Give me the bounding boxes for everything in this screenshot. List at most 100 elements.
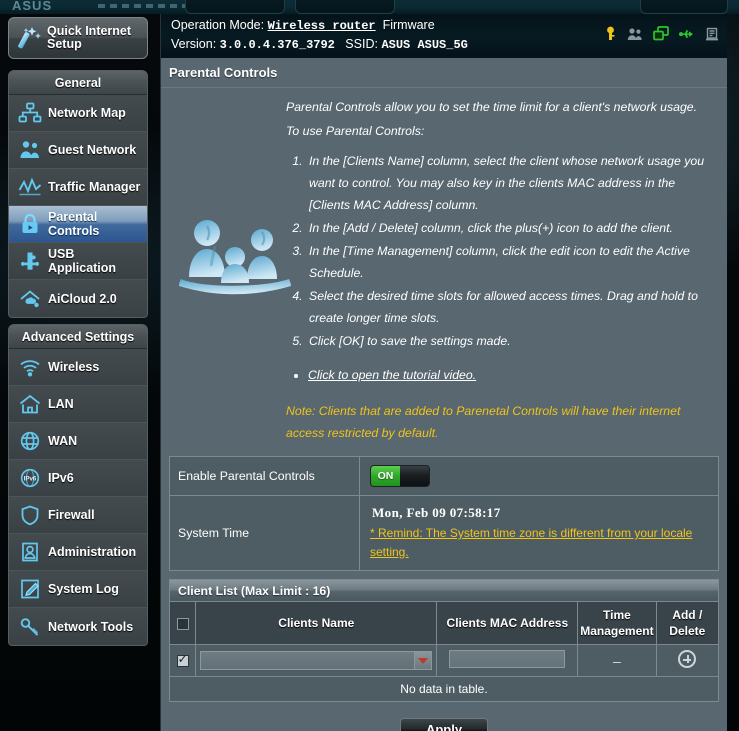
tutorial-list: Click to open the tutorial video. xyxy=(308,364,713,386)
sidebar-item-ipv6-label: IPv6 xyxy=(48,471,74,485)
enable-parental-controls-control: ON xyxy=(360,457,718,495)
guest-users-icon[interactable] xyxy=(627,27,643,41)
usb-application-icon xyxy=(14,247,46,275)
sidebar-item-network-tools[interactable]: Network Tools xyxy=(9,608,147,645)
enable-parental-controls-row: Enable Parental Controls ON xyxy=(170,457,718,496)
content-panel: Operation Mode: Wireless router Firmware… xyxy=(160,14,727,731)
operation-mode-label: Operation Mode: xyxy=(171,18,265,32)
ipv6-icon: IPv6 xyxy=(14,464,46,492)
sidebar-item-aicloud-label: AiCloud 2.0 xyxy=(48,291,117,306)
sidebar-item-administration-label: Administration xyxy=(48,545,137,559)
chevron-down-icon[interactable] xyxy=(414,652,432,669)
table-input-row: – xyxy=(169,644,719,677)
parental-controls-icon xyxy=(14,210,46,238)
apply-button[interactable]: Apply xyxy=(400,718,488,731)
operation-mode-value[interactable]: Wireless router xyxy=(268,19,376,33)
select-all-checkbox[interactable] xyxy=(176,617,189,630)
apply-row: Apply xyxy=(169,718,719,731)
clients-name-header: Clients Name xyxy=(195,601,438,645)
row-checkbox[interactable] xyxy=(176,652,189,668)
sidebar-item-firewall[interactable]: Firewall xyxy=(9,497,147,534)
family-illustration-icon xyxy=(175,213,295,303)
network-tools-icon xyxy=(14,613,46,641)
quick-internet-setup-label: Quick Internet Setup xyxy=(47,24,132,51)
sidebar-item-lan[interactable]: LAN xyxy=(9,386,147,423)
system-time-block: Mon, Feb 09 07:58:17 * Remind: The Syste… xyxy=(370,504,712,562)
sidebar-item-administration[interactable]: Administration xyxy=(9,534,147,571)
sidebar-item-parental-controls-label: Parental Controls xyxy=(48,210,100,238)
client-list-table: Clients Name Clients MAC Address Time Ma… xyxy=(169,601,719,702)
sidebar-item-usb-application-label: USB Application xyxy=(48,247,117,275)
empty-table-message: No data in table. xyxy=(169,676,719,702)
svg-text:IPv6: IPv6 xyxy=(24,476,37,483)
toggle-knob xyxy=(400,466,429,486)
quick-internet-setup-button[interactable]: Quick Internet Setup xyxy=(8,17,148,59)
intro-line-1: Parental Controls allow you to set the t… xyxy=(286,100,698,114)
sidebar-item-network-map[interactable]: Network Map xyxy=(9,95,147,132)
intro-text: Parental Controls allow you to set the t… xyxy=(286,96,713,386)
firewall-icon xyxy=(14,501,46,529)
sidebar-item-wireless[interactable]: Wireless xyxy=(9,349,147,386)
sidebar-item-aicloud[interactable]: AiCloud 2.0 xyxy=(9,280,147,317)
client-mac-cell xyxy=(436,644,579,677)
wireless-icon xyxy=(14,353,46,381)
intro-line-2: To use Parental Controls: xyxy=(286,124,425,138)
usb-icon[interactable] xyxy=(679,27,695,41)
ssid-label: SSID: xyxy=(345,37,378,51)
sidebar-item-usb-application[interactable]: USB Application xyxy=(9,243,147,280)
step-item: In the [Clients Name] column, select the… xyxy=(306,150,713,216)
system-time-remind-link[interactable]: * Remind: The System time zone is differ… xyxy=(370,524,712,562)
sidebar-item-parental-controls[interactable]: Parental Controls xyxy=(9,206,147,243)
firmware-version-label: Version: xyxy=(171,37,217,51)
note-text: Note: Clients that are added to Pareneta… xyxy=(286,404,681,440)
sidebar-item-system-log-label: System Log xyxy=(48,582,119,596)
client-mac-input[interactable] xyxy=(449,650,566,668)
step-item: In the [Add / Delete] column, click the … xyxy=(306,217,713,239)
step-item: Select the desired time slots for allowe… xyxy=(306,285,713,329)
system-time-value: Mon, Feb 09 07:58:17 xyxy=(372,505,501,520)
intro-section: Parental Controls allow you to set the t… xyxy=(161,88,727,450)
toggle-on-label: ON xyxy=(371,466,400,486)
sidebar-item-wan[interactable]: WAN xyxy=(9,423,147,460)
status-icons xyxy=(604,26,719,41)
client-name-select[interactable] xyxy=(200,651,433,670)
log-icon[interactable] xyxy=(705,27,719,41)
client-screens-icon[interactable] xyxy=(653,26,669,41)
window-tab-a[interactable] xyxy=(185,0,285,14)
router-admin-window: ASUS Quick Internet Setup General Networ… xyxy=(0,0,739,731)
settings-table: Enable Parental Controls ON System Time … xyxy=(169,456,719,571)
sidebar-item-network-tools-label: Network Tools xyxy=(48,619,134,634)
tutorial-list-item: Click to open the tutorial video. xyxy=(308,364,713,386)
magic-wand-icon xyxy=(15,23,45,53)
client-list-section: Client List (Max Limit : 16) Clients Nam… xyxy=(169,579,719,731)
sidebar-item-traffic-manager[interactable]: Traffic Manager xyxy=(9,169,147,206)
sidebar-item-guest-network[interactable]: Guest Network xyxy=(9,132,147,169)
sidebar-item-lan-label: LAN xyxy=(48,397,74,411)
key-icon[interactable] xyxy=(604,26,617,41)
sidebar: Quick Internet Setup General Network Map xyxy=(0,0,158,731)
plus-circle-icon[interactable] xyxy=(678,650,697,668)
window-tab-c[interactable] xyxy=(640,0,728,14)
window-tab-b[interactable] xyxy=(295,0,395,14)
step-item: Click [OK] to save the settings made. xyxy=(306,330,713,352)
select-all-header xyxy=(169,601,197,645)
tutorial-video-link[interactable]: Click to open the tutorial video. xyxy=(308,368,476,382)
steps-list: In the [Clients Name] column, select the… xyxy=(306,150,713,352)
time-management-cell: – xyxy=(577,644,657,677)
parental-controls-toggle[interactable]: ON xyxy=(370,465,430,487)
system-log-icon xyxy=(14,575,46,603)
administration-icon xyxy=(14,538,46,566)
sidebar-item-traffic-manager-label: Traffic Manager xyxy=(48,180,141,194)
sidebar-item-network-map-label: Network Map xyxy=(48,106,126,120)
sidebar-item-system-log[interactable]: System Log xyxy=(9,571,147,608)
panel-body: Parental Controls Parental Controls allo… xyxy=(161,58,727,731)
sidebar-group-advanced-header: Advanced Settings xyxy=(9,325,147,349)
operation-mode-line: Operation Mode: Wireless router Firmware xyxy=(171,18,435,33)
firmware-ssid-line: Version: 3.0.0.4.376_3792 SSID: ASUS ASU… xyxy=(171,37,468,52)
system-time-row: System Time Mon, Feb 09 07:58:17 * Remin… xyxy=(170,496,718,571)
sidebar-item-wan-label: WAN xyxy=(48,434,78,448)
clients-mac-header: Clients MAC Address xyxy=(436,601,579,645)
sidebar-group-general-header: General xyxy=(9,71,147,95)
sidebar-group-general: General Network Map Guest Network Traffi… xyxy=(8,70,148,318)
sidebar-item-ipv6[interactable]: IPv6 IPv6 xyxy=(9,460,147,497)
